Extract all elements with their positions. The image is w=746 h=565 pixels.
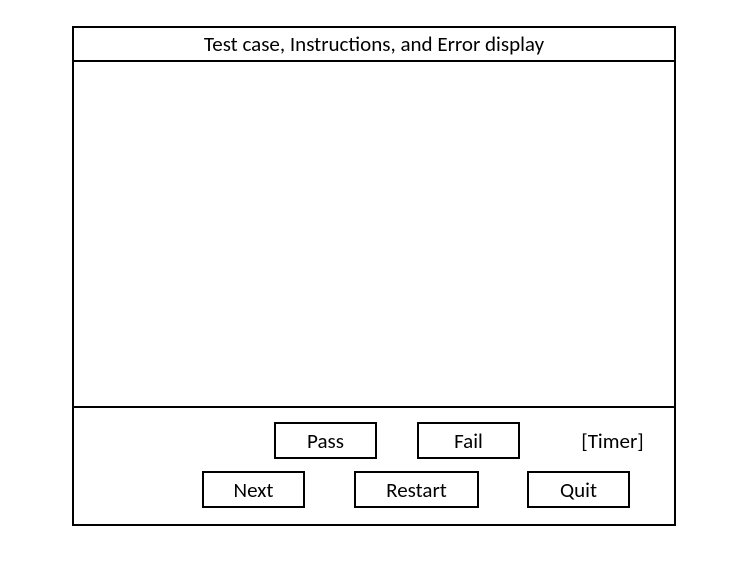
- fail-button[interactable]: Fail: [417, 422, 520, 459]
- control-area: Pass Fail [Timer] Next Restart Quit: [74, 408, 674, 524]
- next-button-label: Next: [234, 477, 274, 503]
- restart-button[interactable]: Restart: [354, 471, 479, 508]
- fail-button-label: Fail: [454, 428, 483, 454]
- pass-button-label: Pass: [307, 428, 344, 454]
- header-bar: Test case, Instructions, and Error displ…: [74, 28, 674, 62]
- next-button[interactable]: Next: [202, 471, 305, 508]
- restart-button-label: Restart: [386, 477, 447, 503]
- header-title: Test case, Instructions, and Error displ…: [204, 31, 544, 57]
- timer-text: [Timer]: [581, 428, 643, 454]
- window-frame: Test case, Instructions, and Error displ…: [72, 26, 676, 526]
- timer-display: [Timer]: [561, 422, 664, 459]
- content-area: [74, 62, 674, 408]
- quit-button[interactable]: Quit: [527, 471, 630, 508]
- pass-button[interactable]: Pass: [274, 422, 377, 459]
- quit-button-label: Quit: [560, 477, 597, 503]
